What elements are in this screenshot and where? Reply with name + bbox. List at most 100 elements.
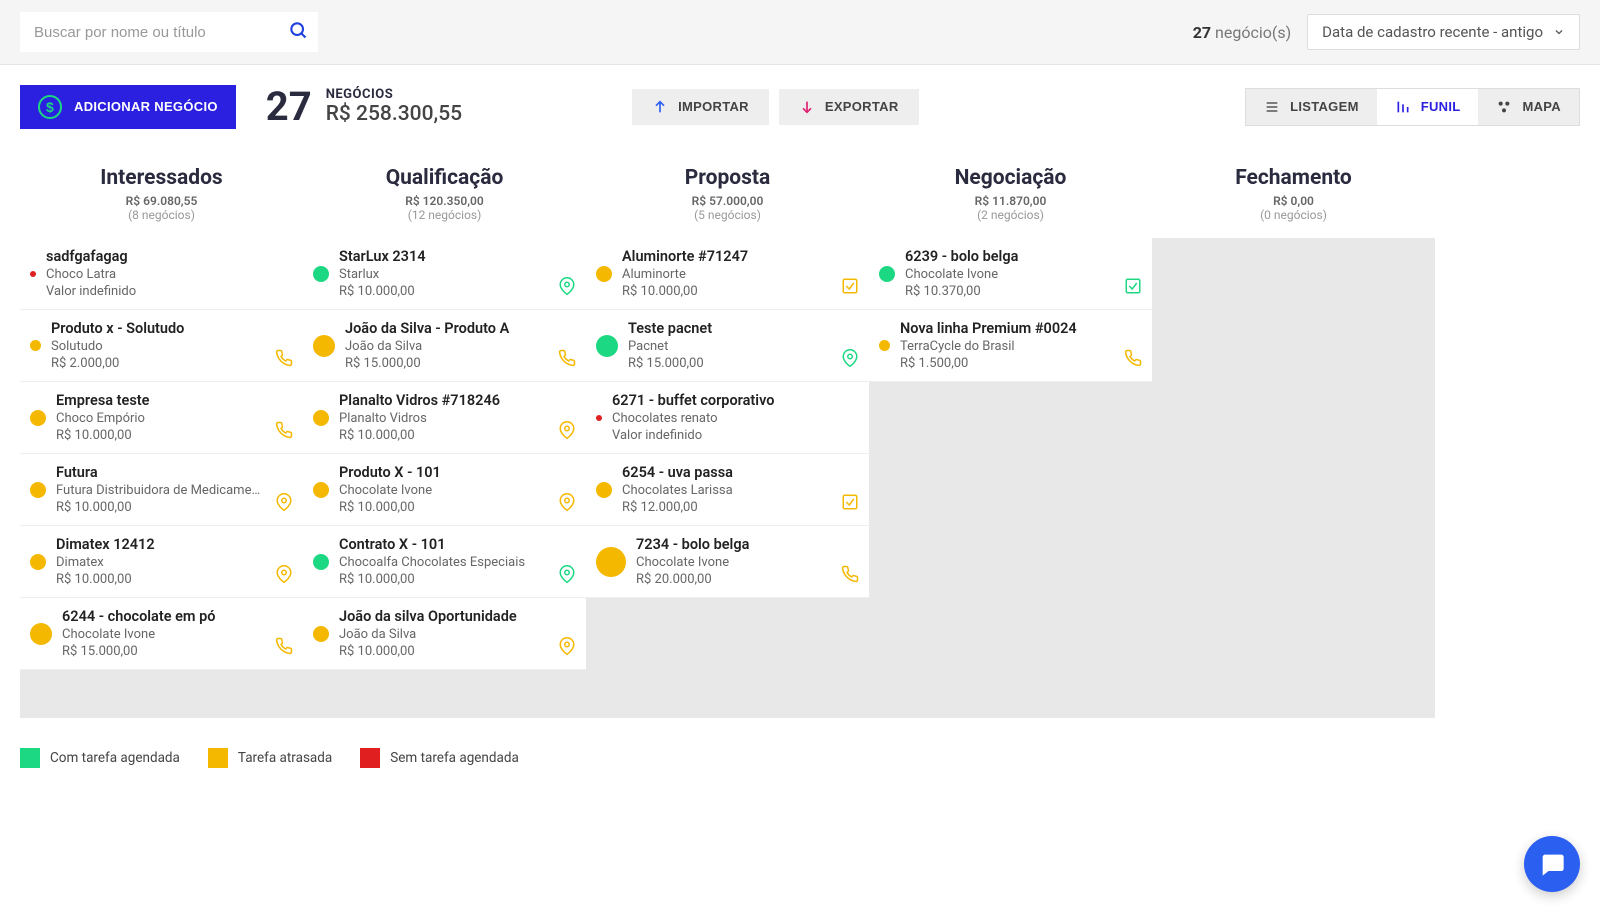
column-meta: (12 negócios)	[303, 208, 586, 222]
status-dot	[30, 340, 41, 351]
deal-card[interactable]: Teste pacnetPacnetR$ 15.000,00	[586, 310, 869, 382]
column-meta: (2 negócios)	[869, 208, 1152, 222]
pin-yellow-icon	[558, 421, 576, 443]
view-map-button[interactable]: MAPA	[1478, 89, 1579, 125]
card-company: João da Silva	[345, 339, 574, 354]
card-value: R$ 12.000,00	[622, 500, 857, 515]
search-icon[interactable]	[288, 20, 308, 44]
legend-scheduled: Com tarefa agendada	[20, 748, 180, 768]
column-body[interactable]: Aluminorte #71247AluminorteR$ 10.000,00 T…	[586, 238, 869, 718]
view-funnel-button[interactable]: FUNIL	[1377, 89, 1479, 125]
status-dot	[30, 482, 46, 498]
search-input[interactable]	[20, 12, 318, 52]
phone-icon	[1124, 349, 1142, 371]
chat-icon	[1538, 850, 1566, 878]
card-body: 6271 - buffet corporativoChocolates rena…	[612, 392, 857, 443]
topbar-right: 27 negócio(s) Data de cadastro recente -…	[1193, 14, 1580, 50]
card-value: Valor indefinido	[46, 284, 291, 299]
column-title: Fechamento	[1152, 166, 1435, 190]
card-value: R$ 10.000,00	[339, 500, 574, 515]
status-dot	[596, 415, 602, 421]
add-deal-button[interactable]: $ ADICIONAR NEGÓCIO	[20, 85, 236, 129]
pin-green-icon	[558, 277, 576, 299]
chat-button[interactable]	[1524, 836, 1580, 892]
add-deal-label: ADICIONAR NEGÓCIO	[74, 99, 218, 114]
column-header: NegociaçãoR$ 11.870,00(2 negócios)	[869, 158, 1152, 238]
summary: 27 NEGÓCIOS R$ 258.300,55	[266, 83, 462, 130]
card-company: Chocolate Ivone	[339, 483, 574, 498]
card-value: R$ 1.500,00	[900, 356, 1140, 371]
deal-card[interactable]: 6244 - chocolate em póChocolate IvoneR$ …	[20, 598, 303, 670]
view-list-label: LISTAGEM	[1290, 99, 1359, 114]
deal-card[interactable]: Produto X - 101Chocolate IvoneR$ 10.000,…	[303, 454, 586, 526]
deal-card[interactable]: Aluminorte #71247AluminorteR$ 10.000,00	[586, 238, 869, 310]
card-title: João da silva Oportunidade	[339, 608, 574, 625]
chevron-down-icon	[1553, 26, 1565, 38]
column-body[interactable]	[1152, 238, 1435, 718]
card-body: FuturaFutura Distribuidora de Medicame…R…	[56, 464, 291, 515]
column-sum: R$ 69.080,55	[20, 194, 303, 208]
import-button[interactable]: IMPORTAR	[632, 89, 769, 125]
card-company: Chocolate Ivone	[636, 555, 857, 570]
column-header: QualificaçãoR$ 120.350,00(12 negócios)	[303, 158, 586, 238]
card-company: TerraCycle do Brasil	[900, 339, 1140, 354]
deal-card[interactable]: Nova linha Premium #0024TerraCycle do Br…	[869, 310, 1152, 382]
card-value: R$ 10.370,00	[905, 284, 1140, 299]
deal-card[interactable]: Contrato X - 101Chocoalfa Chocolates Esp…	[303, 526, 586, 598]
legend-square-red	[360, 748, 380, 768]
card-body: Dimatex 12412DimatexR$ 10.000,00	[56, 536, 291, 587]
status-dot	[879, 340, 890, 351]
card-body: João da silva OportunidadeJoão da SilvaR…	[339, 608, 574, 659]
deal-card[interactable]: Planalto Vidros #718246Planalto VidrosR$…	[303, 382, 586, 454]
card-body: Nova linha Premium #0024TerraCycle do Br…	[900, 320, 1140, 371]
deal-card[interactable]: StarLux 2314StarluxR$ 10.000,00	[303, 238, 586, 310]
deal-card[interactable]: Produto x - SolutudoSolutudoR$ 2.000,00	[20, 310, 303, 382]
column-header: PropostaR$ 57.000,00(5 negócios)	[586, 158, 869, 238]
card-value: R$ 10.000,00	[339, 428, 574, 443]
kanban-column: NegociaçãoR$ 11.870,00(2 negócios)6239 -…	[869, 158, 1152, 718]
pin-green-icon	[558, 565, 576, 587]
dollar-icon: $	[38, 95, 62, 119]
card-body: Aluminorte #71247AluminorteR$ 10.000,00	[622, 248, 857, 299]
deal-card[interactable]: 7234 - bolo belgaChocolate IvoneR$ 20.00…	[586, 526, 869, 598]
deal-card[interactable]: João da Silva - Produto AJoão da SilvaR$…	[303, 310, 586, 382]
card-body: Planalto Vidros #718246Planalto VidrosR$…	[339, 392, 574, 443]
sort-select[interactable]: Data de cadastro recente - antigo	[1307, 14, 1580, 50]
deal-card[interactable]: sadfgafagagChoco LatraValor indefinido	[20, 238, 303, 310]
kanban-column: InteressadosR$ 69.080,55(8 negócios)sadf…	[20, 158, 303, 718]
deal-card[interactable]: Dimatex 12412DimatexR$ 10.000,00	[20, 526, 303, 598]
view-list-button[interactable]: LISTAGEM	[1246, 89, 1377, 125]
deal-card[interactable]: João da silva OportunidadeJoão da SilvaR…	[303, 598, 586, 670]
deal-card[interactable]: FuturaFutura Distribuidora de Medicame…R…	[20, 454, 303, 526]
card-title: 6254 - uva passa	[622, 464, 857, 481]
column-sum: R$ 11.870,00	[869, 194, 1152, 208]
deal-card[interactable]: 6254 - uva passaChocolates LarissaR$ 12.…	[586, 454, 869, 526]
legend: Com tarefa agendada Tarefa atrasada Sem …	[0, 718, 1600, 782]
deal-card[interactable]: 6239 - bolo belgaChocolate IvoneR$ 10.37…	[869, 238, 1152, 310]
funnel-bars-icon	[1395, 99, 1411, 115]
legend-none-label: Sem tarefa agendada	[390, 750, 519, 766]
export-button[interactable]: EXPORTAR	[779, 89, 919, 125]
cluster-icon	[1496, 99, 1512, 115]
io-buttons: IMPORTAR EXPORTAR	[632, 89, 918, 125]
status-dot	[313, 626, 329, 642]
card-body: 6244 - chocolate em póChocolate IvoneR$ …	[62, 608, 291, 659]
status-dot	[30, 623, 52, 645]
card-body: sadfgafagagChoco LatraValor indefinido	[46, 248, 291, 299]
card-value: R$ 20.000,00	[636, 572, 857, 587]
status-dot	[313, 266, 329, 282]
column-header: FechamentoR$ 0,00(0 negócios)	[1152, 158, 1435, 238]
card-title: StarLux 2314	[339, 248, 574, 265]
deal-card[interactable]: Empresa testeChoco EmpórioR$ 10.000,00	[20, 382, 303, 454]
summary-label: NEGÓCIOS	[326, 87, 462, 102]
column-body[interactable]: StarLux 2314StarluxR$ 10.000,00João da S…	[303, 238, 586, 718]
phone-icon	[558, 349, 576, 371]
card-title: Futura	[56, 464, 291, 481]
status-dot	[313, 554, 329, 570]
deal-card[interactable]: 6271 - buffet corporativoChocolates rena…	[586, 382, 869, 454]
search-wrap	[20, 12, 318, 52]
column-body[interactable]: 6239 - bolo belgaChocolate IvoneR$ 10.37…	[869, 238, 1152, 718]
column-body[interactable]: sadfgafagagChoco LatraValor indefinido Pr…	[20, 238, 303, 718]
card-value: R$ 10.000,00	[56, 500, 291, 515]
kanban-column: FechamentoR$ 0,00(0 negócios)	[1152, 158, 1435, 718]
